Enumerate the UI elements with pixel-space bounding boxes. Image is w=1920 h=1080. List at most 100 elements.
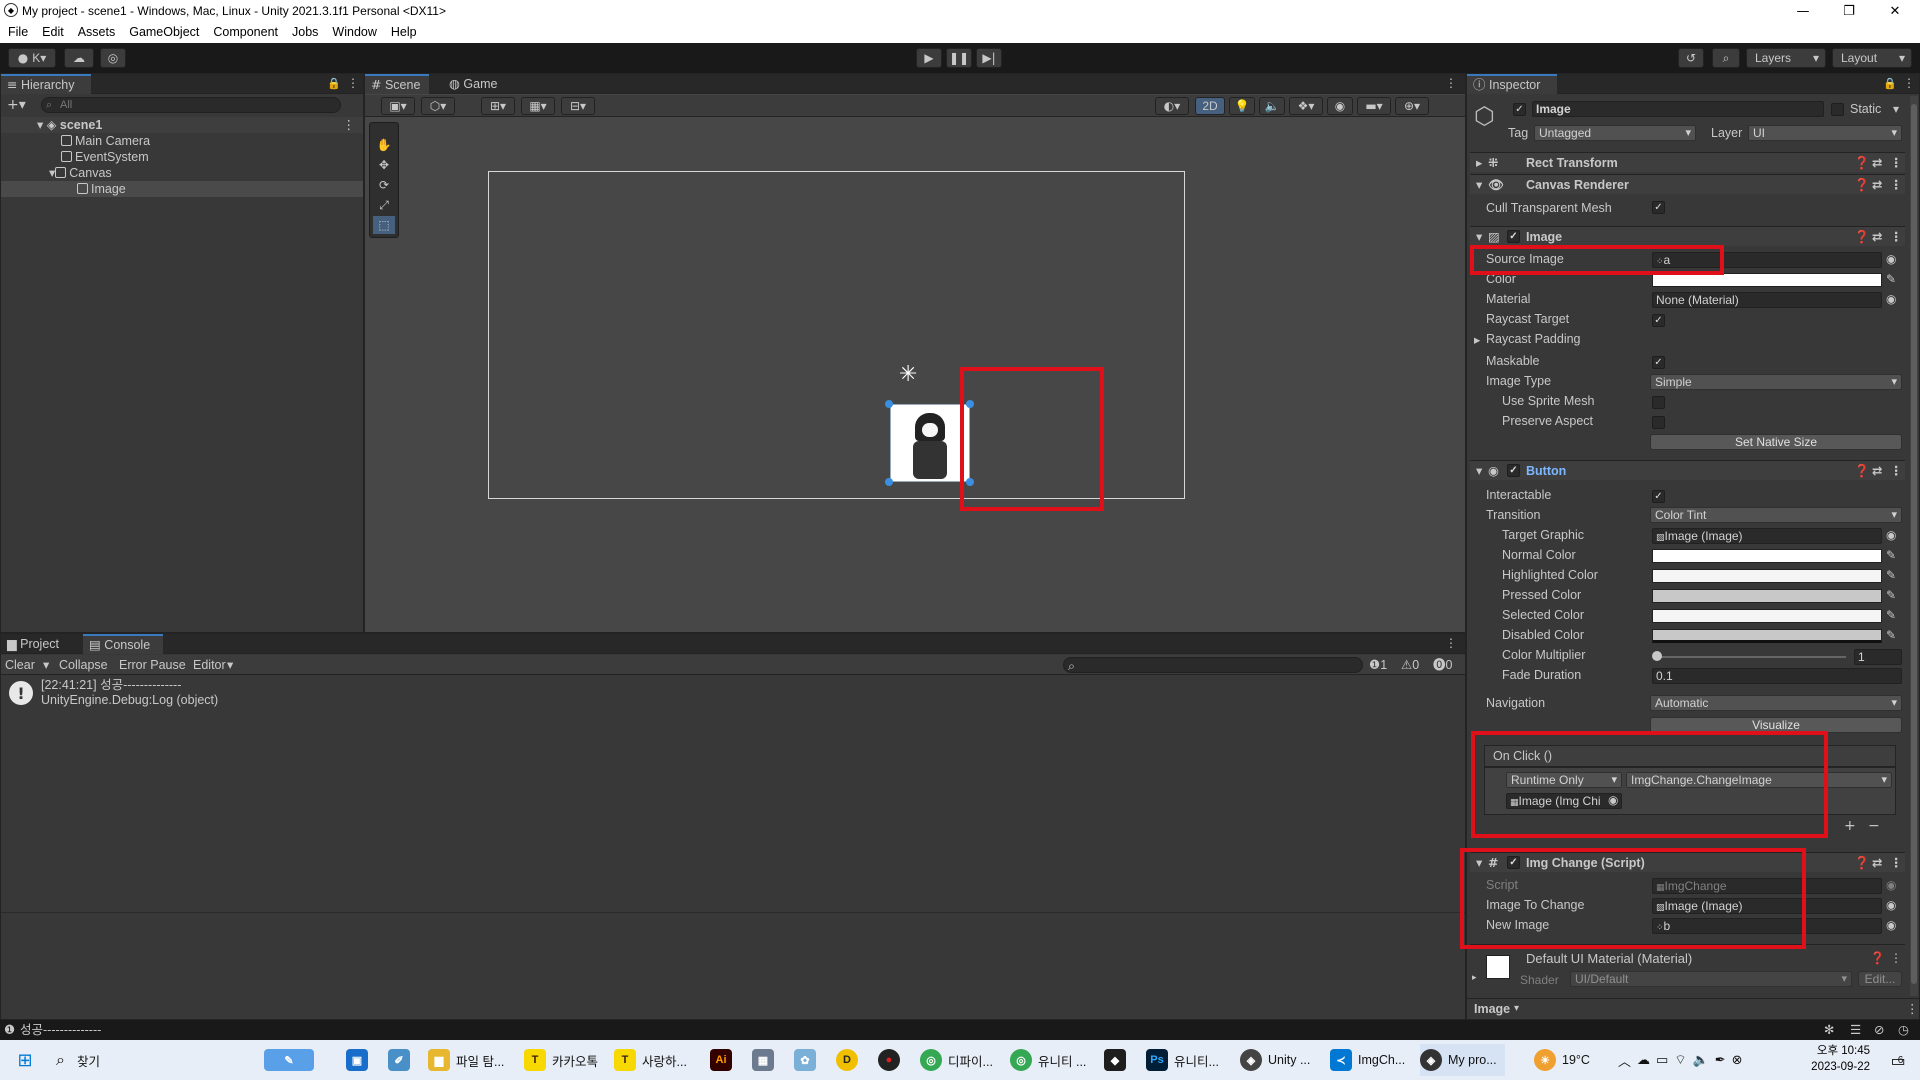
- close-button[interactable]: ✕: [1872, 0, 1918, 22]
- step-button[interactable]: ▶|: [976, 48, 1002, 68]
- tab-console[interactable]: ▤ Console: [83, 634, 163, 654]
- layout-dropdown[interactable]: Layout ▾: [1832, 48, 1912, 68]
- rotate-tool-icon[interactable]: ⟳: [373, 176, 395, 194]
- taskbar-vscode[interactable]: ≺ ImgCh...: [1330, 1044, 1405, 1076]
- tag-dropdown[interactable]: Untagged: [1534, 125, 1696, 141]
- menu-file[interactable]: File: [8, 22, 28, 43]
- component-menu-icon[interactable]: ⋮: [1890, 153, 1903, 173]
- taskbar-photoshop[interactable]: Ps 유니티...: [1146, 1044, 1219, 1076]
- object-picker-icon[interactable]: ◉: [1886, 528, 1896, 542]
- hierarchy-item-main-camera[interactable]: Main Camera: [1, 133, 363, 149]
- static-dropdown-icon[interactable]: ▾: [1893, 102, 1899, 116]
- component-menu-icon[interactable]: ⋮: [1890, 951, 1902, 965]
- panel-menu-icon[interactable]: ⋮: [1903, 76, 1915, 90]
- object-picker-icon[interactable]: ◉: [1886, 292, 1896, 306]
- rect-tool-icon[interactable]: ⬚: [373, 216, 395, 234]
- remove-listener-icon[interactable]: −: [1868, 818, 1880, 834]
- ruler-button[interactable]: ⊟▾: [561, 97, 595, 115]
- source-image-field[interactable]: ⁘a: [1652, 252, 1882, 268]
- help-icon[interactable]: ❓: [1854, 175, 1870, 195]
- clear-button[interactable]: Clear: [5, 655, 35, 675]
- set-native-size-button[interactable]: Set Native Size: [1650, 434, 1902, 450]
- hierarchy-search-input[interactable]: ⌕ All: [41, 97, 341, 113]
- tab-inspector[interactable]: ⓘ Inspector: [1467, 74, 1557, 94]
- taskbar-file-explorer[interactable]: ▆ 파일 탐...: [428, 1044, 504, 1076]
- color-multiplier-input[interactable]: 1: [1854, 649, 1902, 665]
- menu-component[interactable]: Component: [213, 22, 278, 43]
- stack-icon[interactable]: ☰: [1850, 1020, 1861, 1040]
- menu-window[interactable]: Window: [332, 22, 376, 43]
- material-field[interactable]: None (Material): [1652, 292, 1882, 308]
- account-button[interactable]: ● K ▾: [8, 48, 56, 68]
- move-snap-button[interactable]: ⊞▾: [481, 97, 515, 115]
- pressed-color-field[interactable]: [1652, 589, 1882, 603]
- warn-count-toggle[interactable]: ⚠0: [1401, 655, 1419, 675]
- object-name-input[interactable]: Image: [1532, 101, 1824, 117]
- cloud-button[interactable]: ☁: [64, 48, 94, 68]
- settings-icon[interactable]: ⇄: [1872, 227, 1882, 247]
- image-enabled-checkbox[interactable]: ✓: [1507, 230, 1520, 243]
- color-field[interactable]: [1652, 273, 1882, 287]
- button-enabled-checkbox[interactable]: ✓: [1507, 464, 1520, 477]
- rect-handle[interactable]: [885, 478, 893, 486]
- pivot-gizmo-icon[interactable]: ✳: [899, 362, 917, 387]
- preview-dropdown[interactable]: Image: [1474, 999, 1510, 1019]
- pause-button[interactable]: ❚❚: [946, 48, 972, 68]
- component-menu-icon[interactable]: ⋮: [1890, 853, 1903, 873]
- taskbar-kakaotalk-chat[interactable]: T 사랑하...: [614, 1044, 687, 1076]
- debug-icon[interactable]: ✻: [1824, 1020, 1834, 1040]
- editor-dropdown[interactable]: Editor: [193, 655, 226, 675]
- static-checkbox[interactable]: [1831, 103, 1844, 116]
- play-button[interactable]: ▶: [916, 48, 942, 68]
- info-count-toggle[interactable]: ❶1: [1369, 655, 1387, 675]
- taskbar-app-explorer-pin[interactable]: ▣: [346, 1044, 374, 1076]
- inspector-scrollbar[interactable]: [1910, 96, 1918, 996]
- eyedropper-icon[interactable]: ✎: [1886, 588, 1896, 602]
- move-tool-icon[interactable]: ✥: [373, 156, 395, 174]
- hand-tool-icon[interactable]: ✋: [373, 136, 395, 154]
- tab-game[interactable]: ◍ Game: [443, 74, 507, 94]
- scale-tool-icon[interactable]: ⤢: [373, 196, 395, 214]
- network-icon[interactable]: ⊘: [1874, 1020, 1884, 1040]
- scene-menu-icon[interactable]: ⋮: [343, 117, 356, 133]
- add-icon[interactable]: +▾: [7, 97, 26, 113]
- maskable-checkbox[interactable]: ✓: [1652, 356, 1665, 369]
- panel-menu-icon[interactable]: ⋮: [1445, 76, 1457, 90]
- image-object[interactable]: [890, 404, 970, 482]
- lock-icon[interactable]: 🔒: [327, 77, 341, 90]
- menu-assets[interactable]: Assets: [78, 22, 116, 43]
- minimize-button[interactable]: —: [1780, 0, 1826, 22]
- taskbar-calculator[interactable]: ▦: [752, 1044, 780, 1076]
- effects-button[interactable]: ❖▾: [1289, 97, 1323, 115]
- collab-button[interactable]: ◎: [100, 48, 126, 68]
- audio-button[interactable]: 🔈: [1259, 97, 1285, 115]
- tab-hierarchy[interactable]: ≡ Hierarchy: [1, 74, 91, 94]
- eyedropper-icon[interactable]: ✎: [1886, 628, 1896, 642]
- button-component-header[interactable]: ▾ ◉ ✓ Button ❓ ⇄ ⋮: [1470, 460, 1905, 480]
- color-multiplier-slider[interactable]: [1656, 656, 1846, 658]
- img-change-header[interactable]: ▾ # ✓ Img Change (Script) ❓ ⇄ ⋮: [1470, 852, 1905, 872]
- help-icon[interactable]: ❓: [1854, 227, 1870, 247]
- component-menu-icon[interactable]: ⋮: [1890, 461, 1903, 481]
- hierarchy-item-image[interactable]: Image: [1, 181, 363, 197]
- draw-mode-button[interactable]: ▣▾: [381, 97, 415, 115]
- taskbar-illustrator[interactable]: Ai: [710, 1044, 738, 1076]
- interactable-checkbox[interactable]: ✓: [1652, 490, 1665, 503]
- maximize-button[interactable]: ❐: [1826, 0, 1872, 22]
- eyedropper-icon[interactable]: ✎: [1886, 548, 1896, 562]
- taskbar-unity-hub[interactable]: ◈ Unity ...: [1240, 1044, 1310, 1076]
- disabled-color-field[interactable]: [1652, 629, 1882, 643]
- object-picker-icon[interactable]: ◉: [1886, 918, 1896, 932]
- hierarchy-scene-row[interactable]: ▾ ◈ scene1 ⋮: [1, 117, 363, 133]
- taskbar-unity-editor[interactable]: ◈ My pro...: [1420, 1044, 1505, 1076]
- onclick-object-field[interactable]: ▦Image (Img Chi: [1506, 793, 1622, 809]
- panel-menu-icon[interactable]: ⋮: [347, 76, 359, 90]
- rect-handle[interactable]: [885, 400, 893, 408]
- hierarchy-item-canvas[interactable]: ▾ Canvas: [1, 165, 363, 181]
- color-multiplier-thumb[interactable]: [1652, 651, 1662, 661]
- visibility-button[interactable]: ◉: [1327, 97, 1353, 115]
- raycast-target-checkbox[interactable]: ✓: [1652, 314, 1665, 327]
- notification-button[interactable]: ▭ 6: [1880, 1044, 1914, 1076]
- taskbar-recorder[interactable]: ●: [878, 1044, 906, 1076]
- render-mode-button[interactable]: ⬡▾: [421, 97, 455, 115]
